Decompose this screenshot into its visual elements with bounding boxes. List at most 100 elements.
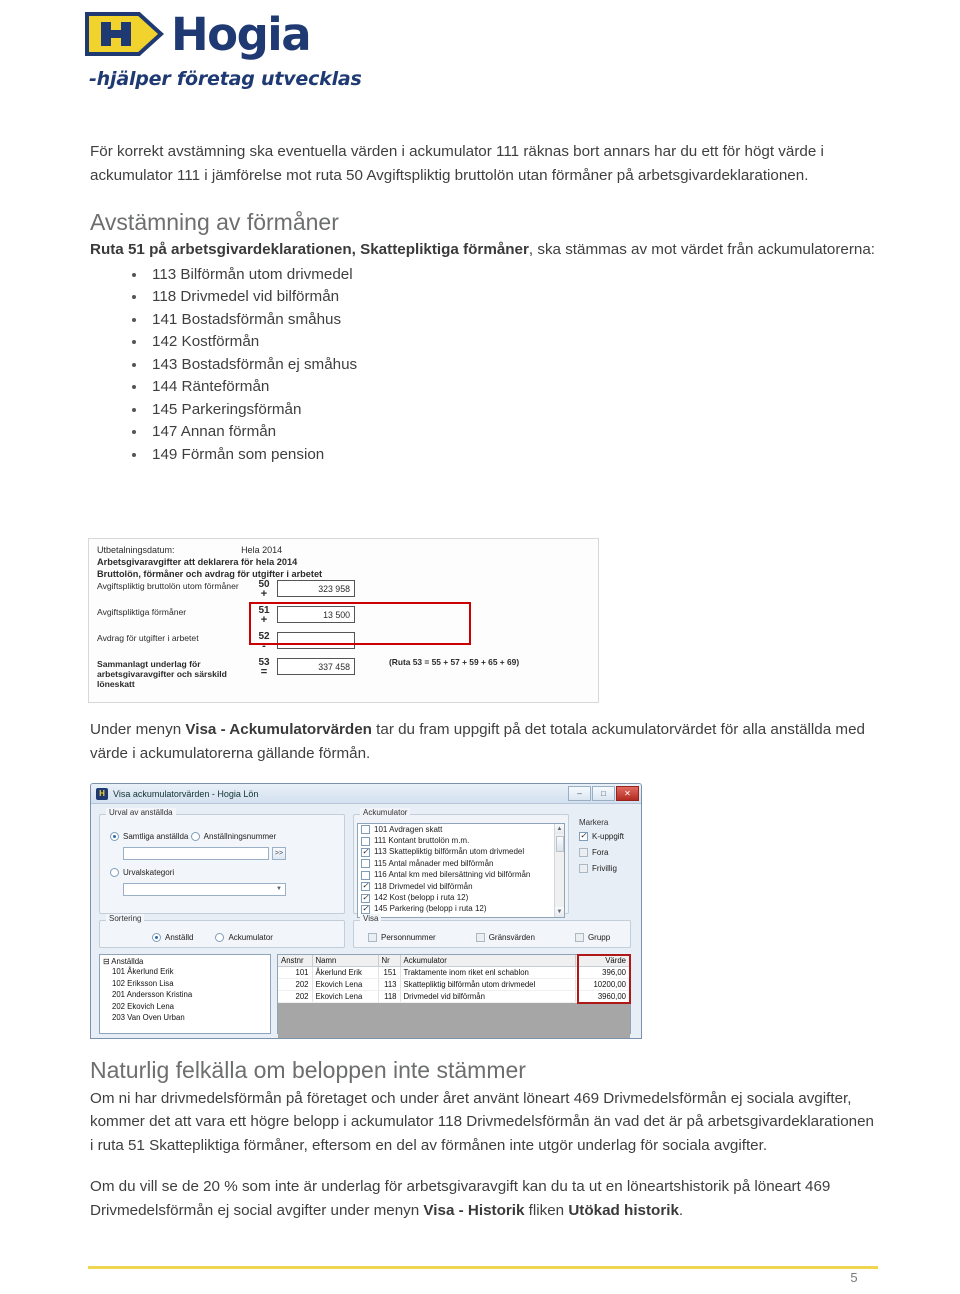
radio-samtliga-anstallda[interactable]: Samtliga anställda (110, 832, 188, 841)
scroll-up-arrow-icon[interactable]: ▲ (555, 824, 564, 834)
ackumulator-checkbox[interactable]: 115 Antal månader med bilförmån (361, 859, 493, 869)
form-row-label: Sammanlagt underlag för arbetsgivaravgif… (97, 659, 227, 689)
tree-item[interactable]: 101 Åkerlund Erik (100, 966, 270, 978)
cell-nr: 151 (378, 966, 401, 979)
checkbox-indicator (361, 893, 370, 903)
list-item[interactable]: 145 Parkering (belopp i ruta 12) (358, 904, 564, 915)
table-row[interactable]: 202 Ekovich Lena 118 Drivmedel vid bilfö… (278, 990, 630, 1003)
radio-anstallningsnummer[interactable]: Anställningsnummer (190, 832, 276, 841)
scrollbar-thumb[interactable] (556, 836, 564, 852)
ackumulator-checkbox[interactable]: 118 Drivmedel vid bilförmån (361, 881, 473, 892)
ackumulator-checkbox[interactable]: 145 Parkering (belopp i ruta 12) (361, 904, 487, 914)
group-visa-legend: Visa (360, 914, 382, 923)
cell-namn: Ekovich Lena (312, 978, 379, 991)
checkbox-indicator (579, 831, 588, 841)
cell-nr: 118 (378, 990, 401, 1003)
list-item: 144 Ränteförmån (132, 376, 880, 399)
mid-paragraph-wrap: Under menyn Visa - Ackumulatorvärden tar… (90, 718, 880, 779)
form-payout-value: Hela 2014 (241, 545, 283, 555)
anstallda-tree[interactable]: ⊟ Anställda 101 Åkerlund Erik 102 Erikss… (99, 954, 271, 1034)
form-row-label: Avgiftspliktiga förmåner (97, 607, 187, 617)
accumulator-bullet-list: 113 Bilförmån utom drivmedel 118 Drivmed… (90, 264, 880, 467)
urvalskategori-select[interactable] (123, 883, 286, 896)
checkbox-k-uppgift[interactable]: K-uppgift (579, 831, 624, 841)
tree-root-label[interactable]: ⊟ Anställda (100, 955, 270, 966)
checkbox-indicator (361, 825, 370, 835)
tree-item[interactable]: 202 Ekovich Lena (100, 1001, 270, 1013)
browse-button[interactable]: >> (272, 847, 286, 860)
checkbox-indicator (574, 933, 584, 942)
list-item: 143 Bostadsförmån ej småhus (132, 354, 880, 377)
checkbox-fora[interactable]: Fora (579, 848, 608, 857)
list-item[interactable]: 111 Kontant bruttolön m.m. (358, 835, 564, 846)
bottom-section: Naturlig felkälla om beloppen inte stämm… (90, 1057, 880, 1236)
minimize-button[interactable]: – (568, 786, 591, 801)
list-item[interactable]: 115 Antal månader med bilförmån (358, 858, 564, 869)
list-item: 118 Drivmedel vid bilförmån (132, 286, 880, 309)
radio-sortering-anstalld[interactable]: Anställd (152, 933, 193, 942)
table-row[interactable]: 101 Åkerlund Erik 151 Traktamente inom r… (278, 966, 630, 979)
ackumulator-scrollbar[interactable]: ▲ ▼ (554, 824, 564, 917)
lead-after-text: , ska stämmas av mot värdet från ackumul… (528, 240, 875, 258)
column-header-varde[interactable]: Värde (575, 955, 630, 967)
list-item[interactable]: 101 Avdragen skatt (358, 824, 564, 835)
document-content: För korrekt avstämning ska eventuella vä… (90, 140, 880, 466)
ackumulator-listbox[interactable]: 101 Avdragen skatt 111 Kontant bruttolön… (357, 823, 565, 918)
radio-indicator (190, 832, 200, 841)
checkbox-indicator (579, 848, 588, 857)
group-visa: Visa Personnummer Gränsvärden Grupp (353, 914, 631, 948)
radio-indicator (215, 933, 225, 942)
list-item[interactable]: 118 Drivmedel vid bilförmån (358, 881, 564, 892)
cell-namn: Ekovich Lena (312, 990, 379, 1003)
checkbox-frivillig[interactable]: Frivillig (579, 864, 617, 873)
anstallningsnummer-input[interactable] (123, 847, 269, 860)
tree-expand-icon[interactable]: ⊟ (103, 957, 110, 966)
mid-before-text: Under menyn (90, 721, 186, 738)
tree-item[interactable]: 201 Andersson Kristina (100, 989, 270, 1001)
ackumulator-checkbox[interactable]: 142 Kost (belopp i ruta 12) (361, 893, 468, 903)
list-item[interactable]: 142 Kost (belopp i ruta 12) (358, 892, 564, 903)
radio-sortering-ackumulator[interactable]: Ackumulator (215, 933, 273, 942)
dialog-title-bar: H Visa ackumulatorvärden - Hogia Lön – □… (91, 784, 641, 804)
radio-urvalskategori[interactable]: Urvalskategori (110, 868, 174, 877)
cell-varde: 3960,00 (575, 990, 630, 1003)
checkbox-indicator (361, 859, 370, 869)
checkbox-indicator (361, 836, 370, 846)
cell-anstnr: 202 (278, 978, 313, 991)
form-row-operator: + (260, 614, 268, 626)
figure-visa-ackumulatorvarden-dialog: H Visa ackumulatorvärden - Hogia Lön – □… (90, 783, 642, 1039)
checkbox-grupp[interactable]: Grupp (574, 933, 610, 942)
form-rows: Avgiftspliktig bruttolön utom förmåner 5… (97, 579, 592, 689)
table-row[interactable]: 202 Ekovich Lena 113 Skattepliktig bilfö… (278, 978, 630, 991)
group-markera: Markera K-uppgift Fora Frivillig (579, 818, 641, 875)
list-item: 145 Parkeringsförmån (132, 399, 880, 422)
checkbox-personnummer[interactable]: Personnummer (368, 933, 436, 942)
list-item[interactable]: 113 Skattepliktig bilförmån utom drivmed… (358, 847, 564, 858)
form-row-operator: - (262, 640, 266, 652)
list-item: 147 Annan förmån (132, 421, 880, 444)
hogia-app-icon: H (96, 787, 108, 800)
ackumulator-checkbox[interactable]: 113 Skattepliktig bilförmån utom drivmed… (361, 847, 524, 857)
checkbox-gransvarden[interactable]: Gränsvärden (475, 933, 535, 942)
radio-label: Urvalskategori (123, 867, 175, 877)
column-header-ackumulator[interactable]: Ackumulator (400, 955, 576, 967)
ackumulator-checkbox[interactable]: 111 Kontant bruttolön m.m. (361, 836, 469, 846)
list-item[interactable]: 116 Antal km med bilersättning vid bilfö… (358, 870, 564, 881)
column-header-nr[interactable]: Nr (378, 955, 401, 967)
close-button[interactable]: ✕ (616, 786, 639, 801)
maximize-button[interactable]: □ (592, 786, 615, 801)
form-row: Avgiftspliktig bruttolön utom förmåner 5… (97, 579, 592, 608)
column-header-anstnr[interactable]: Anstnr (278, 955, 313, 967)
table-filler-row (278, 1002, 630, 1038)
list-item-label: 145 Parkering (belopp i ruta 12) (374, 904, 487, 914)
scroll-down-arrow-icon[interactable]: ▼ (555, 907, 564, 917)
form-row-value: 337 458 (277, 658, 355, 675)
tree-item[interactable]: 102 Eriksson Lisa (100, 978, 270, 990)
tree-item[interactable]: 203 Van Oven Urban (100, 1012, 270, 1024)
radio-indicator (110, 868, 119, 877)
form-row: Avgiftspliktiga förmåner 51 + 13 500 (97, 605, 592, 634)
column-header-namn[interactable]: Namn (312, 955, 379, 967)
ackumulator-checkbox[interactable]: 101 Avdragen skatt (361, 825, 442, 835)
ackumulator-checkbox[interactable]: 116 Antal km med bilersättning vid bilfö… (361, 870, 530, 880)
ackumulatorvarden-grid[interactable]: Anstnr Namn Nr Ackumulator Värde 101 Åke… (277, 954, 631, 1038)
